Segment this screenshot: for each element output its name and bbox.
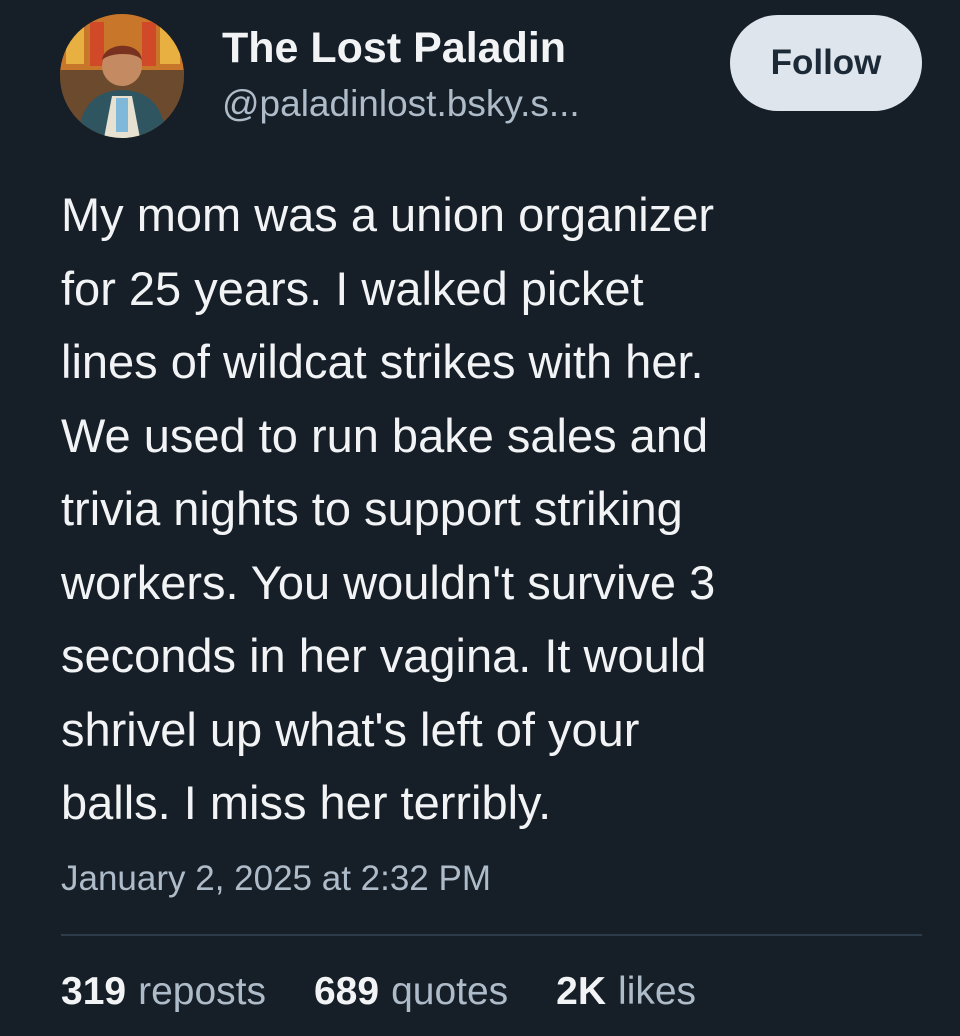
author-handle[interactable]: @paladinlost.bsky.s... xyxy=(222,80,580,128)
post-timestamp[interactable]: January 2, 2025 at 2:32 PM xyxy=(61,856,491,902)
post-text: My mom was a union organizer for 25 year… xyxy=(61,188,716,829)
quotes-label: quotes xyxy=(391,970,509,1013)
author-name[interactable]: The Lost Paladin xyxy=(222,20,566,76)
post-card: The Lost Paladin @paladinlost.bsky.s... … xyxy=(0,0,960,1036)
follow-button[interactable]: Follow xyxy=(730,15,922,111)
avatar[interactable] xyxy=(60,14,184,138)
likes-count: 2K xyxy=(556,970,607,1013)
likes-stat[interactable]: 2K likes xyxy=(556,970,696,1014)
quotes-count: 689 xyxy=(313,970,380,1013)
reposts-label: reposts xyxy=(138,970,266,1013)
reposts-count: 319 xyxy=(61,970,127,1013)
post-stats: 319 reposts 689 quotes 2K likes xyxy=(61,970,696,1022)
quotes-stat[interactable]: 689 quotes xyxy=(314,970,508,1014)
avatar-image xyxy=(60,14,184,138)
reposts-stat[interactable]: 319 reposts xyxy=(61,970,266,1014)
likes-label: likes xyxy=(618,970,697,1013)
divider xyxy=(61,934,922,936)
